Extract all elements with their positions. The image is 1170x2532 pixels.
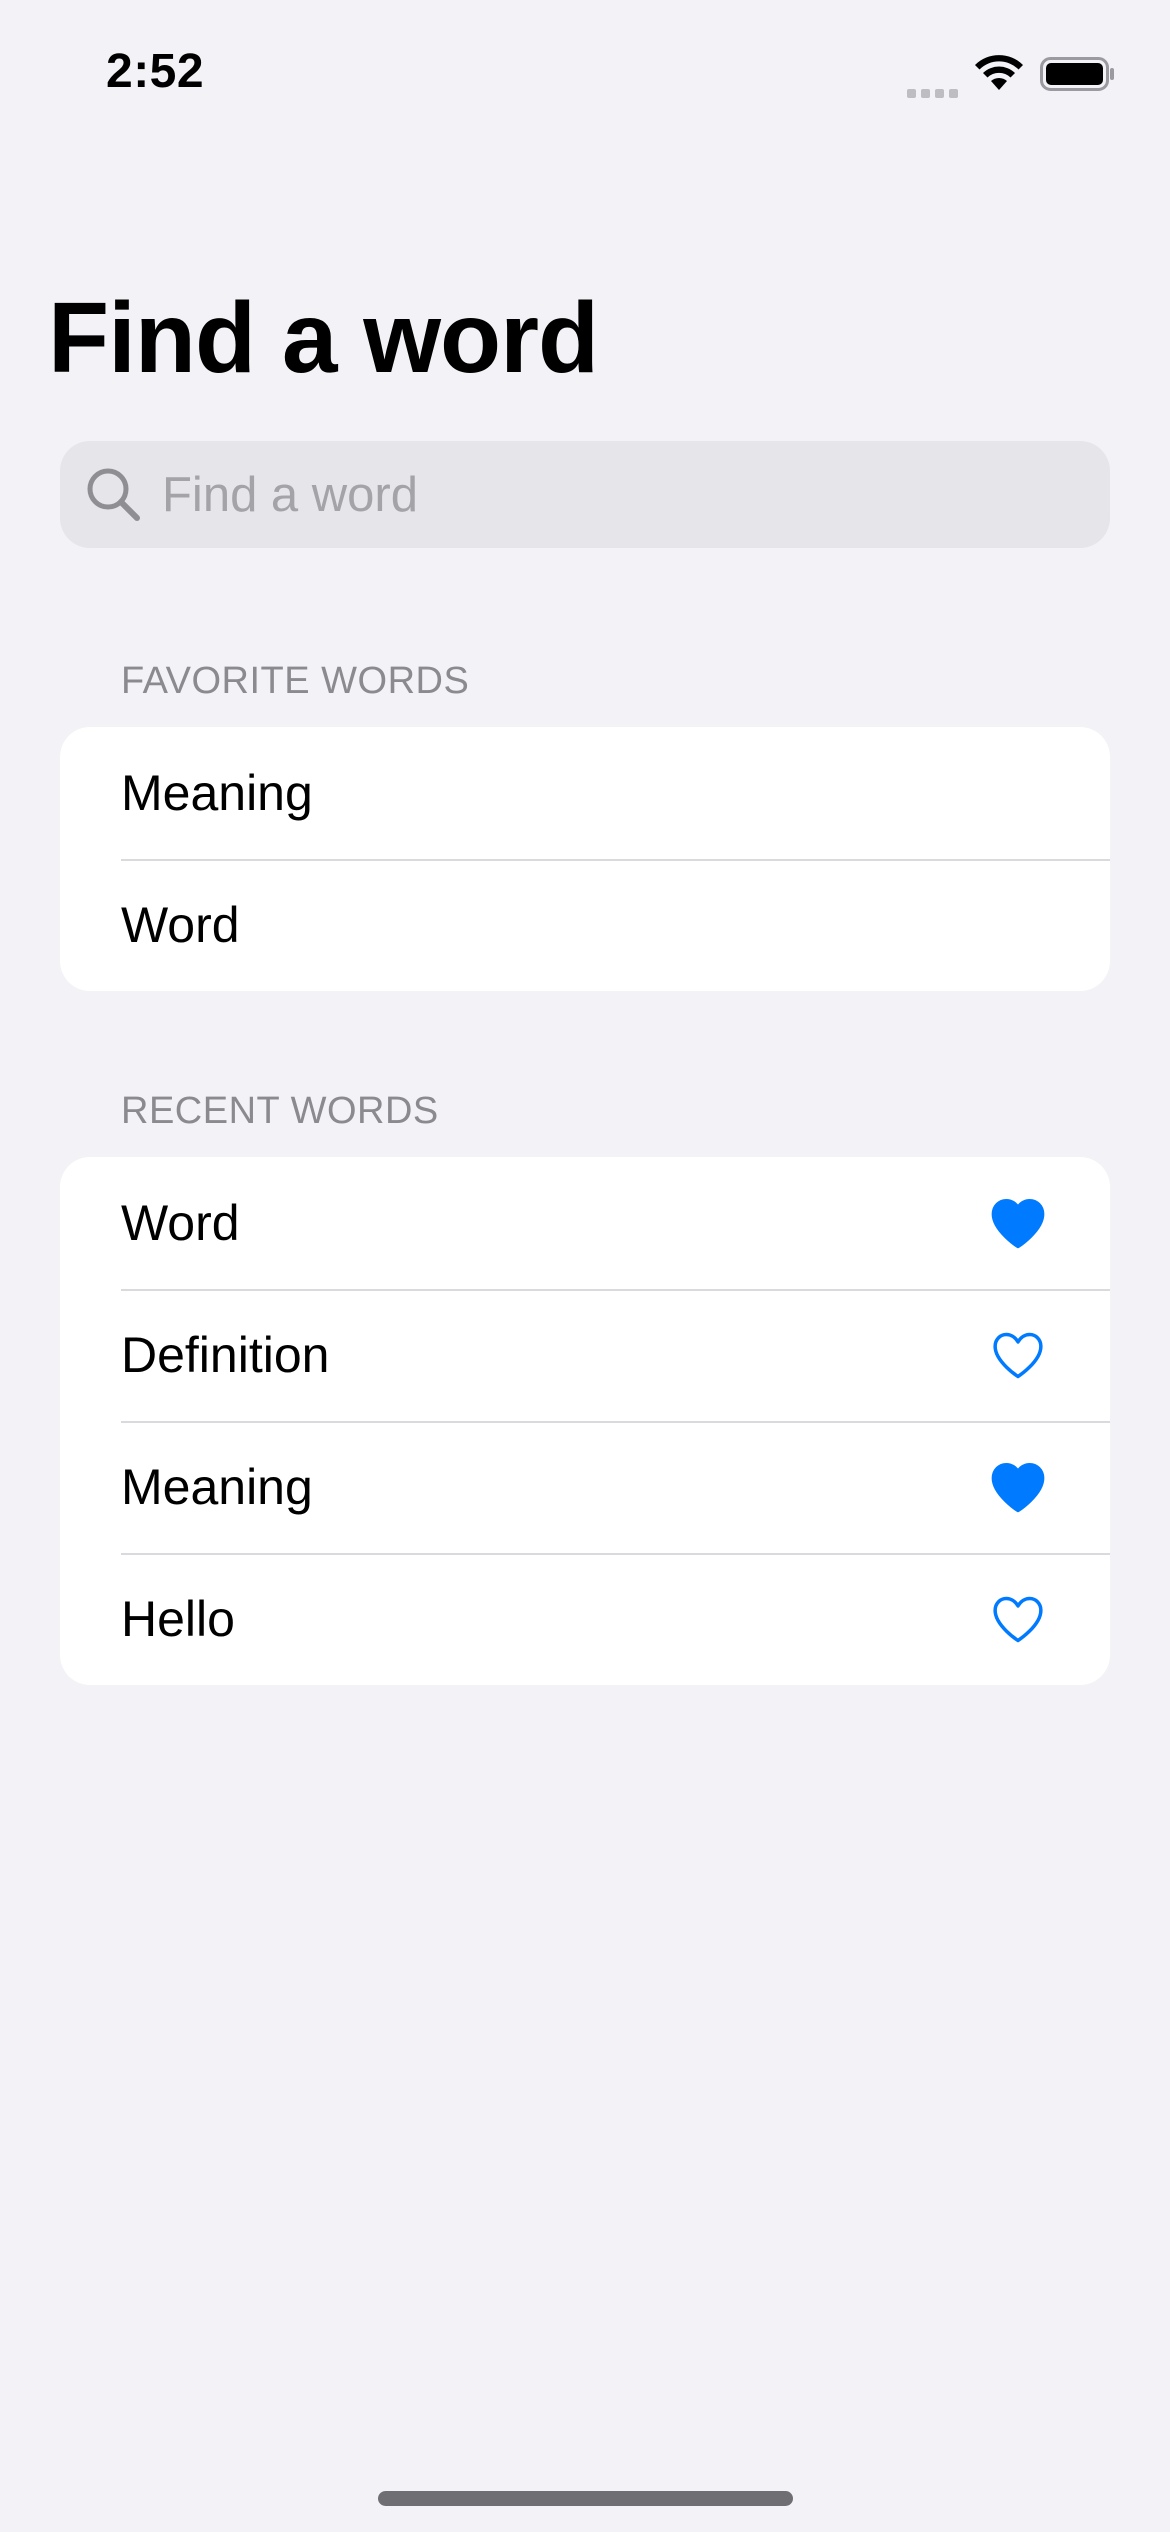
favorite-words-list: Meaning Word [60,727,1110,991]
recent-words-header: RECENT WORDS [121,1090,439,1132]
recent-word-row[interactable]: Meaning [60,1421,1110,1553]
favorite-toggle-button[interactable] [988,1325,1048,1385]
search-icon [87,468,140,521]
heart-filled-icon [991,1198,1045,1249]
recent-word-label: Definition [121,1327,330,1383]
status-time: 2:52 [106,45,205,98]
recent-word-row[interactable]: Definition [60,1289,1110,1421]
home-indicator[interactable] [378,2491,793,2506]
page-title: Find a word [48,282,599,394]
heart-outline-icon [993,1596,1043,1643]
status-bar: 2:52 [0,0,1170,150]
recent-word-label: Hello [121,1591,235,1647]
favorite-word-label: Meaning [121,765,313,821]
status-icons [907,50,1116,98]
battery-icon [1040,57,1114,91]
favorite-toggle-button[interactable] [988,1589,1048,1649]
favorite-toggle-button[interactable] [988,1193,1048,1253]
recent-word-row[interactable]: Hello [60,1553,1110,1685]
recent-word-label: Meaning [121,1459,313,1515]
search-input[interactable] [160,465,1064,524]
favorite-word-row[interactable]: Meaning [60,727,1110,859]
cellular-signal-icon [907,50,958,98]
wifi-icon [975,55,1023,90]
favorite-word-row[interactable]: Word [60,859,1110,991]
favorite-toggle-button[interactable] [988,1457,1048,1517]
heart-outline-icon [993,1332,1043,1379]
heart-filled-icon [991,1462,1045,1513]
favorite-word-label: Word [121,897,240,953]
favorite-words-header: FAVORITE WORDS [121,660,470,702]
recent-word-row[interactable]: Word [60,1157,1110,1289]
recent-word-label: Word [121,1195,240,1251]
search-bar[interactable] [60,441,1110,548]
recent-words-list: Word Definition Meaning Hello [60,1157,1110,1685]
